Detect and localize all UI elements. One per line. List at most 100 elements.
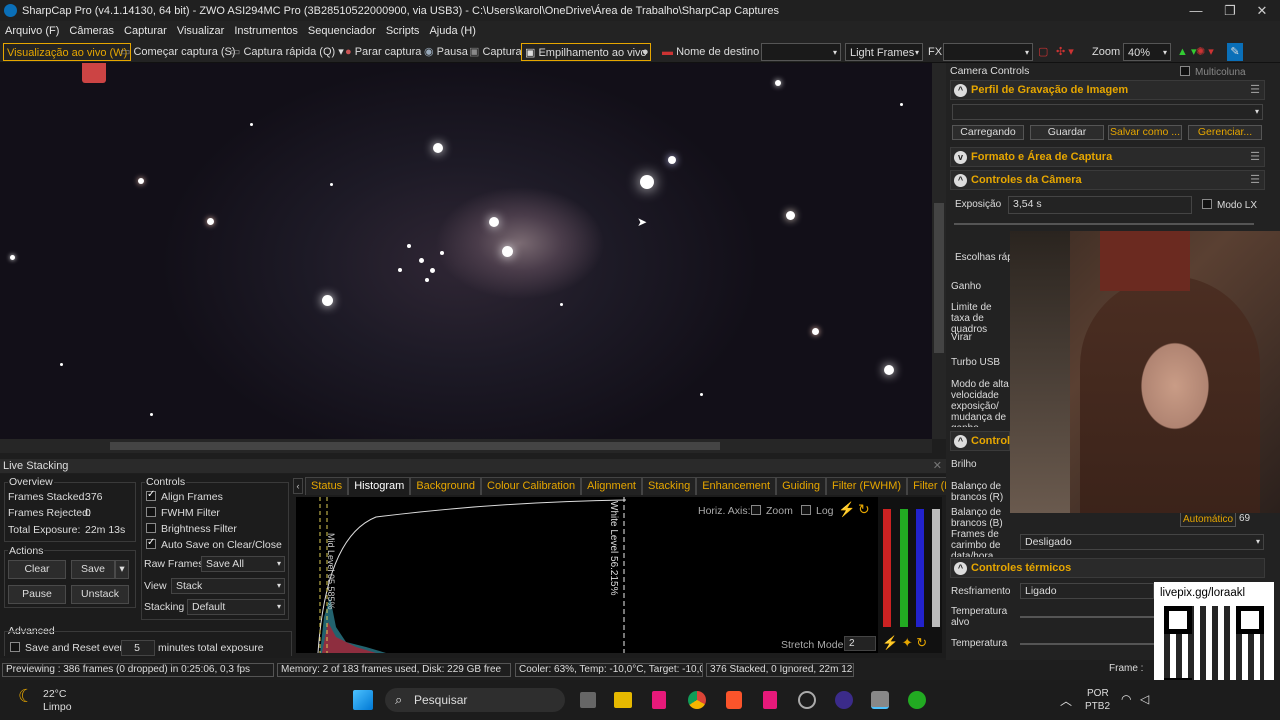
multicolumn-checkbox[interactable]: Multicoluna — [1180, 66, 1246, 78]
checkbox[interactable] — [146, 523, 156, 533]
menu-scripts[interactable]: Scripts — [381, 25, 425, 37]
tab-guiding[interactable]: Guiding — [776, 477, 827, 495]
checkbox[interactable] — [801, 505, 811, 515]
capture-button[interactable]: ▣ Captura — [469, 43, 522, 61]
load-profile-button[interactable]: Carregando — [952, 125, 1024, 140]
save-button[interactable]: Save — [71, 560, 115, 579]
menu-capturar[interactable]: Capturar — [119, 25, 172, 37]
pause-stack-button[interactable]: Pause — [8, 585, 66, 604]
raw-frames-select[interactable]: Save All ▾ — [201, 556, 285, 572]
clear-button[interactable]: Clear — [8, 560, 66, 579]
tab-background[interactable]: Background — [410, 477, 482, 495]
tray-chevron-icon[interactable]: ︿ — [1060, 692, 1072, 709]
brave-icon[interactable] — [726, 691, 742, 709]
checkbox[interactable] — [10, 642, 20, 652]
weather-icon[interactable]: ☾ — [18, 686, 34, 707]
menu-visualizar[interactable]: Visualizar — [172, 25, 230, 37]
search-box[interactable] — [385, 688, 565, 712]
scroll-thumb[interactable] — [110, 442, 720, 450]
reset-icon[interactable]: ↻ — [858, 501, 870, 518]
frame-type-select[interactable]: Light Frames ▾ — [845, 43, 923, 61]
wifi-icon[interactable]: ◠ — [1121, 692, 1131, 706]
weather-temp[interactable]: 22°C — [43, 688, 66, 700]
save-reset-checkbox[interactable]: Save and Reset every — [10, 642, 128, 654]
collapse-icon[interactable]: ^ — [954, 562, 967, 575]
image-horizontal-scrollbar[interactable] — [0, 439, 932, 453]
timestamp-select[interactable]: Desligado ▾ — [1020, 534, 1264, 550]
collapse-icon[interactable]: ^ — [954, 435, 967, 448]
lx-mode-checkbox[interactable]: Modo LX — [1202, 199, 1257, 211]
auto-stretch-icon[interactable]: ⚡ — [838, 501, 855, 518]
reticle-icon[interactable]: ✺ ▾ — [1196, 43, 1214, 61]
record-box-icon[interactable]: ▢ — [1038, 43, 1048, 61]
histogram-icon[interactable]: ▲ ▾ — [1177, 43, 1196, 61]
close-icon[interactable]: ✕ — [933, 459, 942, 473]
rgb-level-sliders[interactable]: ⚡ ✦ ↻ — [878, 497, 942, 653]
checkbox-checked[interactable] — [146, 537, 156, 549]
image-vertical-scrollbar[interactable] — [932, 63, 946, 439]
format-section-header[interactable]: v Formato e Área de Captura ☰ — [950, 147, 1265, 167]
zoom-checkbox[interactable]: Zoom — [751, 505, 793, 517]
tab-status[interactable]: Status — [305, 477, 349, 495]
save-profile-button[interactable]: Guardar — [1030, 125, 1104, 140]
unstack-button[interactable]: Unstack — [71, 585, 129, 604]
green-slider[interactable] — [900, 509, 908, 627]
tabs-scroll-left-button[interactable]: ‹ — [293, 478, 303, 494]
volume-icon[interactable]: ◁ — [1140, 692, 1149, 706]
minimize-button[interactable]: — — [1178, 0, 1214, 21]
exposure-input[interactable]: 3,54 s — [1008, 196, 1192, 214]
menu-arquivo[interactable]: Arquivo (F) — [0, 25, 64, 37]
collapse-icon[interactable]: ^ — [954, 174, 967, 187]
menu-instrumentos[interactable]: Instrumentos — [229, 25, 303, 37]
checkbox[interactable] — [1202, 199, 1212, 209]
menu-icon[interactable]: ☰ — [1250, 150, 1260, 163]
minutes-stepper[interactable]: 5 — [121, 640, 155, 656]
menu-icon[interactable]: ☰ — [1250, 173, 1260, 186]
start-icon[interactable] — [353, 690, 373, 710]
brightness-filter-checkbox[interactable]: Brightness Filter — [146, 523, 237, 535]
menu-sequenciador[interactable]: Sequenciador — [303, 25, 381, 37]
wb-auto-checkbox[interactable]: Automático — [1180, 512, 1237, 527]
collapse-icon[interactable]: ^ — [954, 84, 967, 97]
tab-filter-fwhm[interactable]: Filter (FWHM) — [826, 477, 908, 495]
log-checkbox[interactable]: Log — [801, 505, 834, 517]
auto-stretch-icon[interactable]: ⚡ ✦ ↻ — [882, 635, 927, 651]
weather-desc[interactable]: Limpo — [43, 701, 72, 713]
thermal-section-header[interactable]: ^ Controles térmicos — [950, 558, 1265, 578]
camera-section-header[interactable]: ^ Controles da Câmera ☰ — [950, 170, 1265, 190]
stop-capture-button[interactable]: ● Parar captura — [345, 43, 421, 61]
close-button[interactable]: ✕ — [1244, 0, 1280, 21]
temperature-slider[interactable] — [1020, 643, 1154, 645]
tab-stacking[interactable]: Stacking — [642, 477, 697, 495]
brush-icon[interactable]: ✎ — [1227, 43, 1243, 61]
view-select[interactable]: Stack ▾ — [171, 578, 285, 594]
profile-section-header[interactable]: ^ Perfil de Gravação de Imagem ☰ — [950, 80, 1265, 100]
menu-icon[interactable]: ☰ — [1250, 83, 1260, 96]
start-capture-button[interactable]: ▭ Começar captura (S) — [120, 43, 236, 61]
fx-select[interactable]: ▾ — [943, 43, 1033, 61]
app-icon-pink-2[interactable] — [763, 691, 777, 709]
align-frames-checkbox[interactable]: Align Frames — [146, 489, 223, 503]
app-icon-pink[interactable] — [652, 691, 666, 709]
controls-section-header[interactable]: ^ Controle — [950, 431, 1016, 451]
checkbox[interactable] — [751, 505, 761, 515]
checkbox[interactable] — [146, 507, 156, 517]
pause-button[interactable]: ◉ Pausa — [424, 43, 468, 61]
profile-select[interactable]: ▾ — [952, 104, 1263, 120]
maximize-button[interactable]: ❐ — [1212, 0, 1248, 21]
app-icon-green[interactable] — [908, 691, 926, 709]
tab-histogram[interactable]: Histogram — [348, 477, 411, 495]
lum-slider[interactable] — [932, 509, 940, 627]
menu-ajuda[interactable]: Ajuda (H) — [424, 25, 480, 37]
red-slider[interactable] — [883, 509, 891, 627]
tab-alignment[interactable]: Alignment — [581, 477, 642, 495]
save-dropdown-button[interactable]: ▾ — [115, 560, 129, 579]
zoom-select[interactable]: 40% ▾ — [1123, 43, 1171, 61]
task-view-icon[interactable] — [580, 692, 596, 708]
chrome-icon[interactable] — [688, 691, 706, 709]
live-view-button[interactable]: Visualização ao vivo (W) — [3, 43, 132, 61]
live-image-viewport[interactable]: ➤ — [0, 63, 932, 439]
histogram-chart[interactable]: White Level 56.215% Mid Level 05.585% Ho… — [296, 497, 878, 654]
manage-profile-button[interactable]: Gerenciar... — [1188, 125, 1262, 140]
cooling-select[interactable]: Ligado — [1020, 583, 1154, 599]
